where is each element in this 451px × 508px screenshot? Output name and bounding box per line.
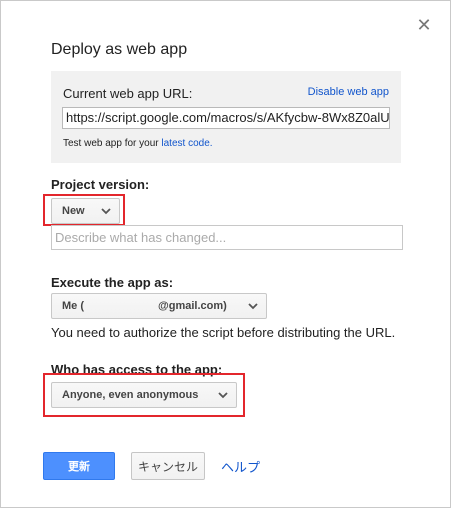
- project-version-select[interactable]: New: [51, 198, 120, 224]
- chevron-down-icon: [218, 392, 228, 399]
- latest-code-link[interactable]: latest code.: [161, 138, 212, 149]
- cancel-button[interactable]: キャンセル: [131, 452, 205, 480]
- execute-as-prefix: Me (: [62, 300, 84, 312]
- chevron-down-icon: [248, 303, 258, 310]
- project-version-value: New: [62, 205, 85, 217]
- execute-as-suffix: @gmail.com): [158, 300, 227, 312]
- url-panel: Current web app URL: Disable web app htt…: [51, 71, 401, 163]
- help-link[interactable]: ヘルプ: [221, 457, 260, 476]
- url-note: Test web app for your latest code.: [63, 138, 213, 149]
- dialog-title: Deploy as web app: [51, 41, 188, 58]
- access-select[interactable]: Anyone, even anonymous: [51, 382, 237, 408]
- chevron-down-icon: [101, 208, 111, 215]
- version-description-input[interactable]: [51, 225, 403, 250]
- project-version-label: Project version:: [51, 177, 150, 192]
- url-note-text: Test web app for your: [63, 138, 162, 149]
- update-button[interactable]: 更新: [43, 452, 115, 480]
- access-value: Anyone, even anonymous: [62, 389, 199, 401]
- execute-as-label: Execute the app as:: [51, 275, 174, 290]
- web-app-url-field[interactable]: https://script.google.com/macros/s/AKfyc…: [62, 107, 390, 129]
- close-icon[interactable]: ✕: [414, 15, 434, 35]
- deploy-dialog: ✕ Deploy as web app Current web app URL:…: [0, 0, 451, 508]
- disable-web-app-link[interactable]: Disable web app: [308, 86, 389, 98]
- authorize-note: You need to authorize the script before …: [51, 325, 396, 340]
- url-label: Current web app URL:: [63, 86, 193, 101]
- execute-as-select[interactable]: Me ( @gmail.com): [51, 293, 267, 319]
